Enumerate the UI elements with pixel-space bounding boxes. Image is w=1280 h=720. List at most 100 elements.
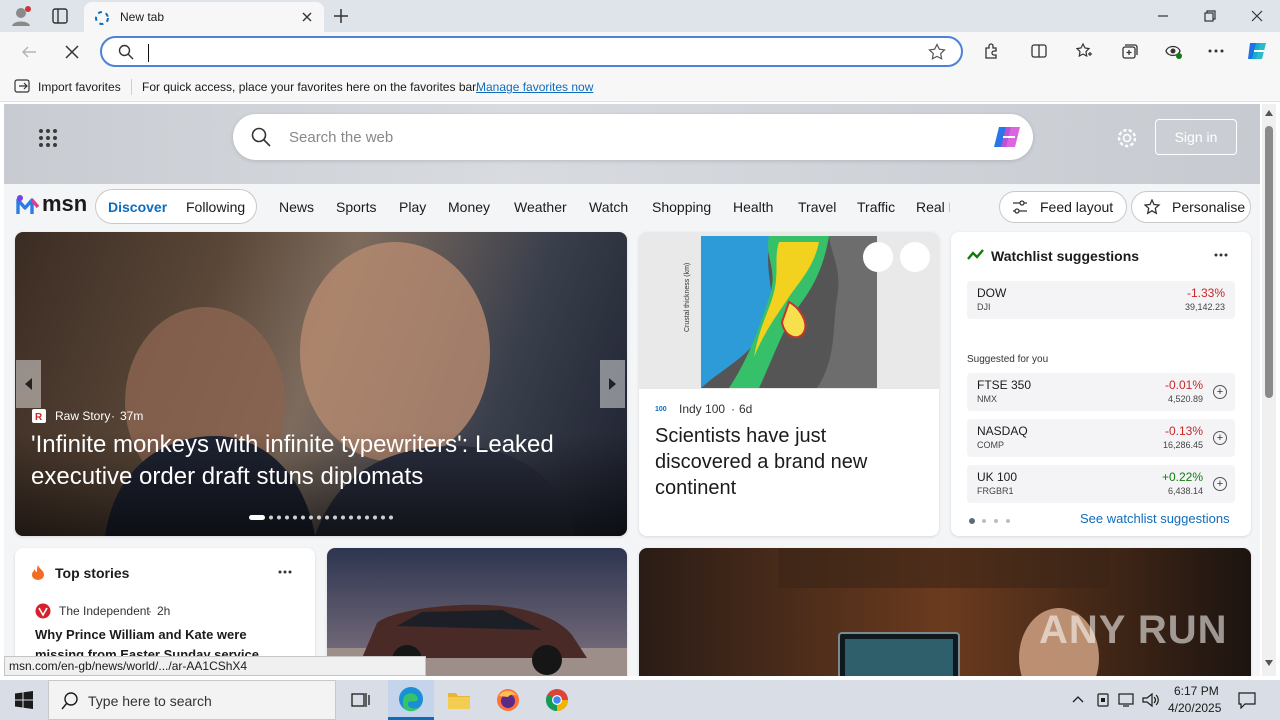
stock-symbol: COMP: [977, 440, 1004, 450]
device-icon[interactable]: [1096, 692, 1110, 708]
share-button[interactable]: [900, 242, 930, 272]
stock-symbol: NMX: [977, 394, 997, 404]
nav-watch[interactable]: Watch: [589, 199, 628, 215]
nav-money[interactable]: Money: [448, 199, 490, 215]
scroll-up-arrow[interactable]: [1265, 110, 1273, 116]
stock-symbol: FRGBR1: [977, 486, 1014, 496]
watchlist-page-dots[interactable]: [969, 518, 1015, 524]
split-screen-icon[interactable]: [1030, 42, 1048, 60]
windows-start-icon[interactable]: [15, 691, 33, 709]
firefox-icon[interactable]: [496, 688, 520, 712]
nav-real-estate[interactable]: Real E: [916, 199, 950, 215]
nav-traffic[interactable]: Traffic: [857, 199, 895, 215]
more-options-icon[interactable]: [278, 570, 292, 574]
nav-shopping[interactable]: Shopping: [652, 199, 711, 215]
address-bar[interactable]: [100, 36, 963, 67]
msn-logo[interactable]: msn: [16, 190, 87, 218]
restore-button[interactable]: [1203, 9, 1217, 23]
stock-name: DOW: [977, 286, 1007, 300]
clock-time[interactable]: 6:17 PM: [1174, 684, 1219, 698]
tab-new-tab[interactable]: New tab: [84, 2, 324, 32]
tab-following[interactable]: Following: [186, 199, 245, 215]
story-source: The Independent: [59, 604, 150, 618]
hero-dot: ·: [111, 409, 115, 423]
copilot-icon[interactable]: [1245, 39, 1271, 63]
svg-text:100: 100: [655, 406, 667, 413]
volume-icon[interactable]: [1142, 692, 1160, 708]
watchlist-card: Watchlist suggestions DOW DJI -1.33% 39,…: [951, 232, 1251, 536]
tab-actions-icon[interactable]: [52, 8, 68, 24]
vertical-scrollbar[interactable]: [1262, 104, 1276, 676]
favorites-icon[interactable]: [1075, 42, 1093, 60]
favorites-hint-text: For quick access, place your favorites h…: [142, 80, 479, 94]
taskbar-search-input[interactable]: Type here to search: [88, 693, 212, 709]
clock-date[interactable]: 4/20/2025: [1168, 701, 1221, 715]
file-explorer-icon[interactable]: [447, 689, 471, 711]
add-to-watchlist-icon[interactable]: +: [1213, 385, 1227, 399]
nav-travel[interactable]: Travel: [798, 199, 836, 215]
network-icon[interactable]: [1118, 692, 1136, 708]
scroll-thumb[interactable]: [1265, 126, 1273, 398]
profile-icon[interactable]: [10, 5, 32, 27]
like-button[interactable]: [863, 242, 893, 272]
task-view-icon[interactable]: [351, 691, 371, 709]
search-icon: [251, 127, 271, 147]
import-favorites-icon[interactable]: [14, 78, 32, 94]
address-input[interactable]: [148, 44, 149, 62]
add-favorite-star-icon[interactable]: [928, 43, 946, 61]
watchlist-row-uk100[interactable]: UK 100 FRGBR1 +0.22% 6,438.14 +: [967, 465, 1235, 503]
watchlist-row-ftse350[interactable]: FTSE 350 NMX -0.01% 4,520.89 +: [967, 373, 1235, 411]
manage-favorites-link[interactable]: Manage favorites now: [476, 80, 593, 94]
stock-value: 6,438.14: [1167, 486, 1203, 496]
personalise-button[interactable]: Personalise: [1131, 191, 1251, 223]
add-to-watchlist-icon[interactable]: +: [1213, 431, 1227, 445]
collections-icon[interactable]: [1120, 42, 1138, 60]
close-tab-icon[interactable]: [300, 10, 314, 24]
add-to-watchlist-icon[interactable]: +: [1213, 477, 1227, 491]
hero-headline[interactable]: 'Infinite monkeys with infinite typewrit…: [31, 429, 601, 493]
settings-gear-icon[interactable]: [1116, 127, 1138, 149]
tab-discover[interactable]: Discover: [108, 199, 167, 215]
nav-play[interactable]: Play: [399, 199, 426, 215]
nav-health[interactable]: Health: [733, 199, 773, 215]
feed-layout-button[interactable]: Feed layout: [999, 191, 1127, 223]
carousel-indicators[interactable]: [249, 515, 399, 521]
more-options-icon[interactable]: [1214, 253, 1228, 257]
taskbar-search-box[interactable]: Type here to search: [48, 680, 336, 720]
nav-news[interactable]: News: [279, 199, 314, 215]
copilot-search-icon[interactable]: [993, 124, 1023, 150]
sign-in-button[interactable]: Sign in: [1155, 119, 1237, 155]
science-headline[interactable]: Scientists have just discovered a brand …: [655, 423, 923, 501]
nav-weather[interactable]: Weather: [514, 199, 567, 215]
chrome-icon[interactable]: [545, 688, 569, 712]
nav-sports[interactable]: Sports: [336, 199, 376, 215]
watchlist-row-dow[interactable]: DOW DJI -1.33% 39,142.23: [967, 281, 1235, 319]
science-story-card[interactable]: Crustal thickness (km) 100 Indy 100 · 6d…: [639, 232, 939, 536]
stop-loading-button[interactable]: [63, 43, 81, 61]
web-search-input[interactable]: Search the web: [289, 129, 393, 146]
import-favorites-link[interactable]: Import favorites: [38, 80, 121, 94]
video-feature-card[interactable]: ANY RUN: [639, 548, 1251, 676]
watchlist-row-nasdaq[interactable]: NASDAQ COMP -0.13% 16,286.45 +: [967, 419, 1235, 457]
back-button[interactable]: [20, 43, 38, 61]
more-menu-icon[interactable]: [1207, 42, 1225, 60]
extensions-icon[interactable]: [982, 42, 1000, 60]
browser-essentials-icon[interactable]: [1164, 42, 1182, 60]
apps-launcher-icon[interactable]: [38, 128, 58, 148]
hero-next-button[interactable]: [600, 360, 625, 408]
edge-taskbar-icon[interactable]: [388, 680, 434, 720]
scroll-down-arrow[interactable]: [1265, 660, 1273, 666]
new-tab-button[interactable]: [332, 7, 350, 25]
see-watchlist-link[interactable]: See watchlist suggestions: [1080, 511, 1230, 526]
web-search-bar[interactable]: Search the web: [233, 114, 1033, 160]
close-window-button[interactable]: [1250, 9, 1264, 23]
top-stories-title: Top stories: [55, 565, 130, 581]
hero-source: Raw Story: [55, 409, 111, 423]
show-hidden-icons-chevron-icon[interactable]: [1072, 695, 1084, 703]
hero-story-card[interactable]: R Raw Story · 37m 'Infinite monkeys with…: [15, 232, 627, 536]
notifications-icon[interactable]: [1238, 691, 1256, 709]
minimize-button[interactable]: [1156, 9, 1170, 23]
suggested-label: Suggested for you: [967, 354, 1049, 365]
hero-prev-button[interactable]: [16, 360, 41, 408]
stock-name: FTSE 350: [977, 378, 1032, 392]
